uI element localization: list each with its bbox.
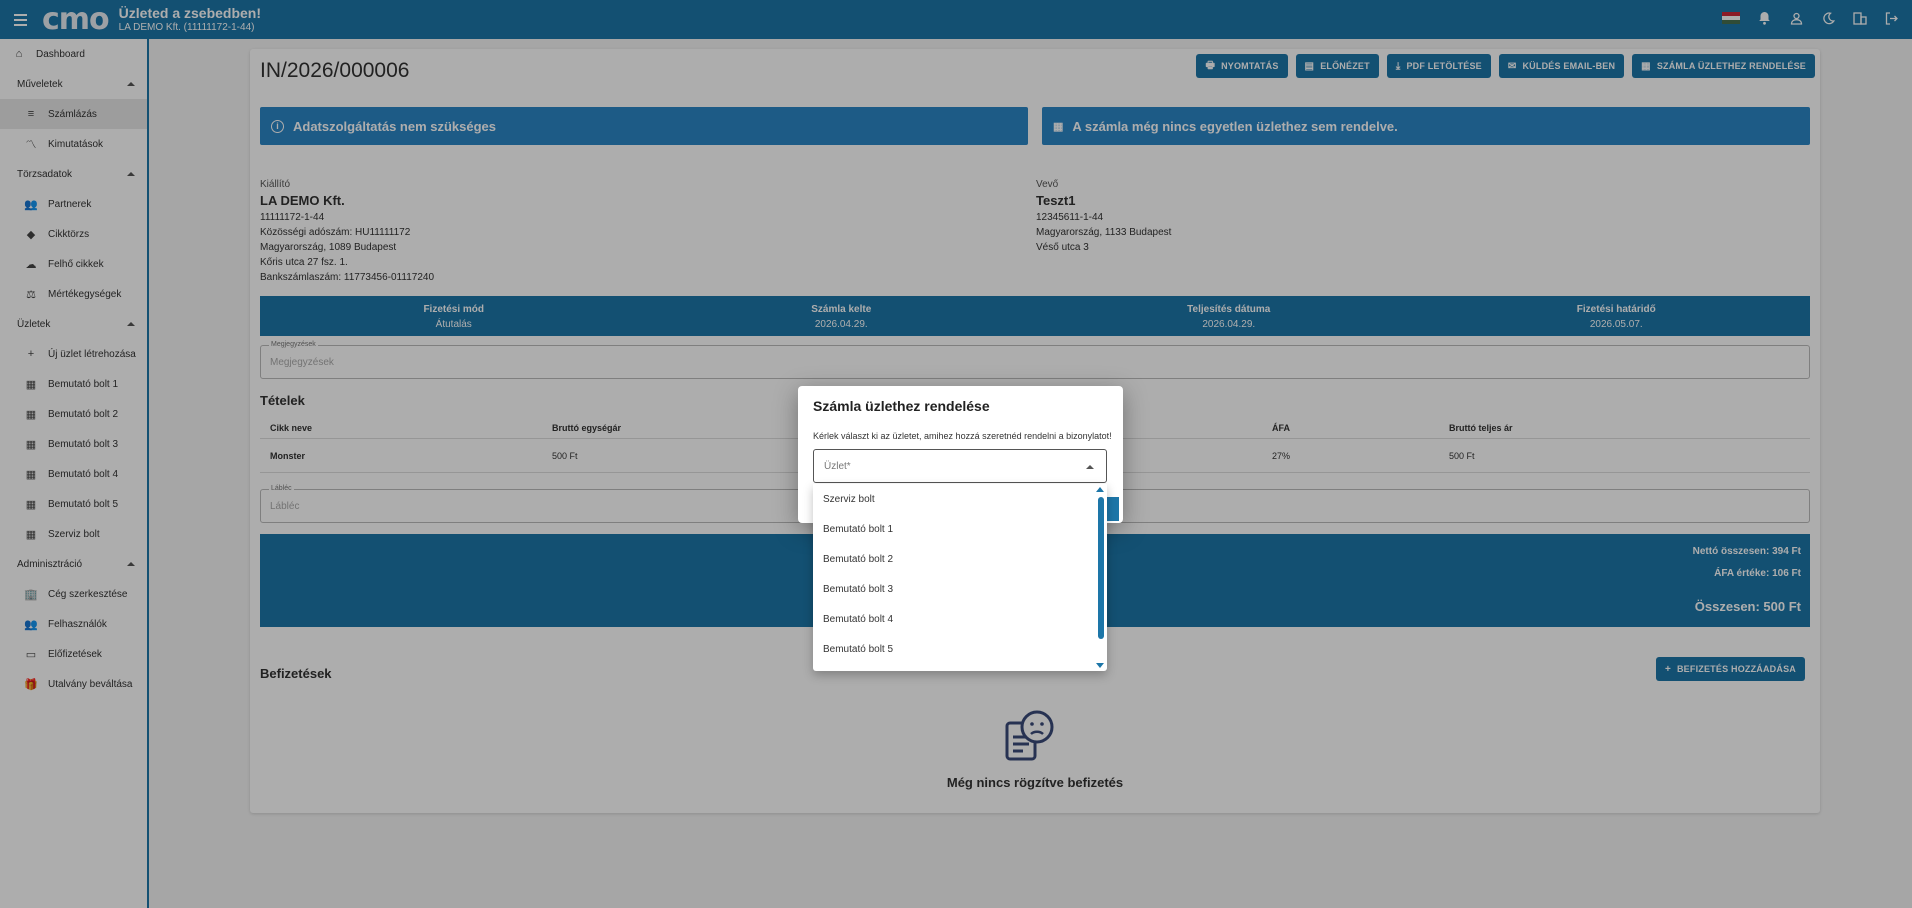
option-bolt-3[interactable]: Bemutató bolt 3 (813, 574, 1107, 604)
store-select[interactable]: Üzlet* (813, 449, 1107, 483)
option-bolt-4[interactable]: Bemutató bolt 4 (813, 604, 1107, 634)
option-bolt-5[interactable]: Bemutató bolt 5 (813, 634, 1107, 664)
store-options-list: Szerviz bolt Bemutató bolt 1 Bemutató bo… (813, 484, 1107, 671)
store-select-label: Üzlet* (824, 461, 851, 472)
scroll-up-arrow-icon[interactable] (1096, 487, 1104, 492)
option-szerviz-bolt[interactable]: Szerviz bolt (813, 484, 1107, 514)
option-bolt-2[interactable]: Bemutató bolt 2 (813, 544, 1107, 574)
option-bolt-1[interactable]: Bemutató bolt 1 (813, 514, 1107, 544)
dialog-title: Számla üzlethez rendelése (813, 398, 990, 414)
chevron-up-icon (1086, 465, 1094, 469)
dialog-description: Kérlek választ ki az üzletet, amihez hoz… (813, 431, 1112, 441)
scrollbar-thumb[interactable] (1098, 497, 1104, 639)
scroll-down-arrow-icon[interactable] (1096, 663, 1104, 668)
